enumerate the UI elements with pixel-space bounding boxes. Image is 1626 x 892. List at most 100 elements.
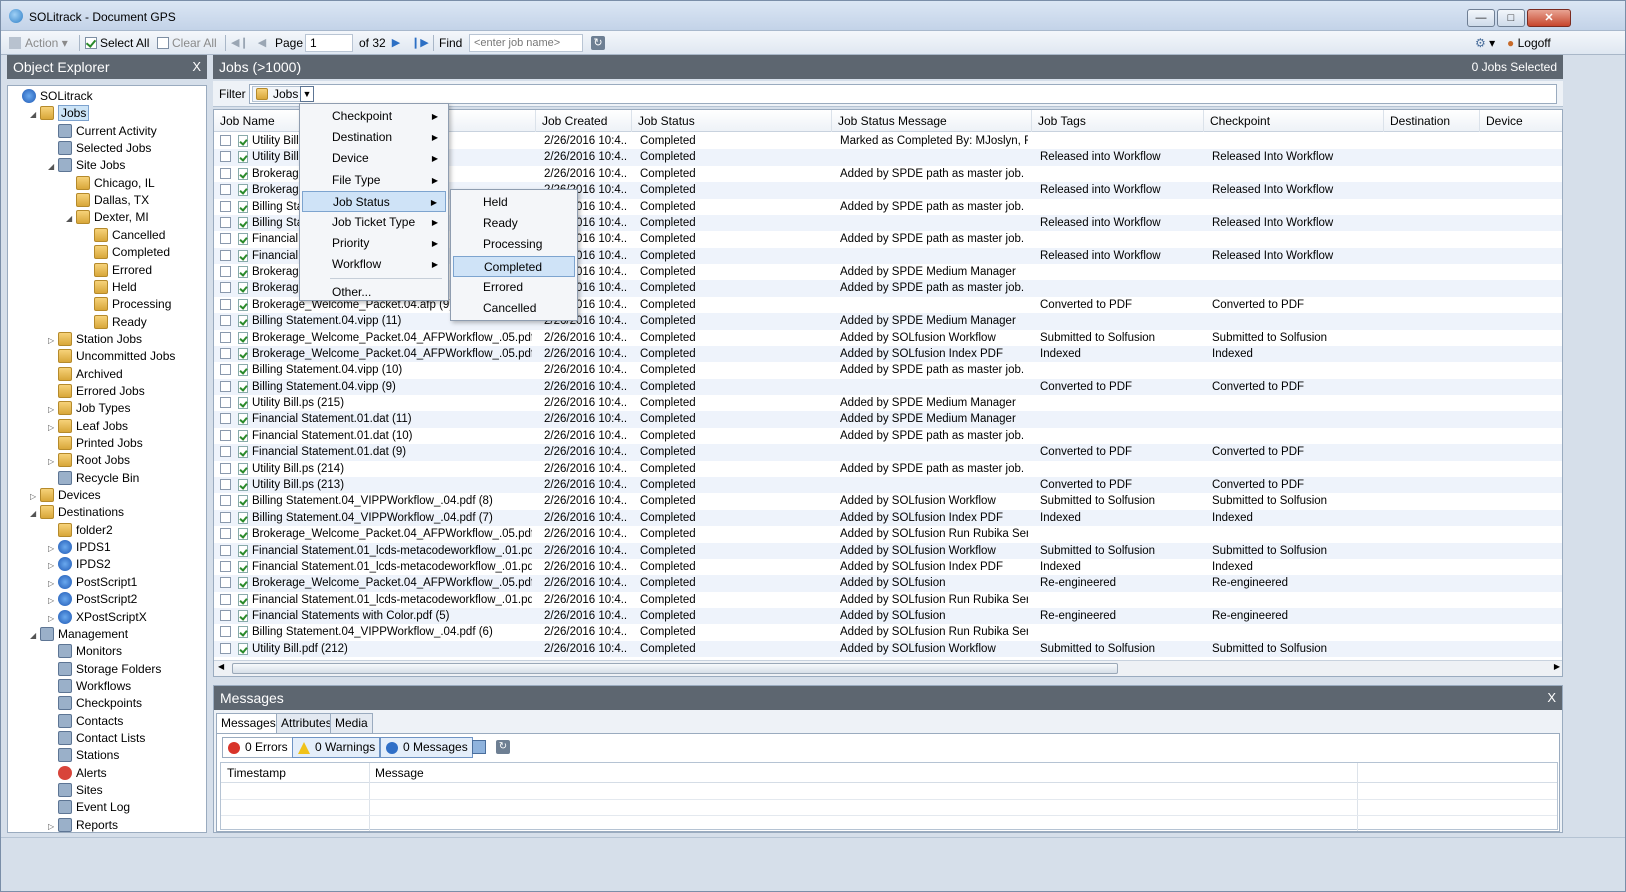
filter-dropdown-icon[interactable]: ▼ <box>300 86 314 102</box>
expand-icon[interactable]: ▷ <box>48 453 58 470</box>
tree-item-stations[interactable]: Stations <box>48 747 119 764</box>
status-option-held[interactable]: Held <box>453 192 575 213</box>
row-checkbox[interactable] <box>220 495 231 507</box>
table-row[interactable]: Financial Statement.01.dat (10) 2/26/2016… <box>214 428 1562 444</box>
table-row[interactable]: Financial Statement.01.dat (11) 2/26/2016… <box>214 411 1562 428</box>
row-checkbox[interactable] <box>220 642 231 654</box>
table-row[interactable]: Brokerage_Welcome_Packet.04_AFPWorkflow_… <box>214 345 1562 363</box>
maximize-button[interactable]: □ <box>1497 9 1525 27</box>
collapse-icon[interactable]: ◢ <box>66 210 76 227</box>
tree-item-site-jobs[interactable]: ◢ Site Jobs <box>48 157 125 174</box>
filter-token-jobs[interactable]: Jobs <box>252 86 304 102</box>
tree-item-checkpoints[interactable]: Checkpoints <box>48 695 142 712</box>
warnings-filter-button[interactable]: 0 Warnings <box>292 737 381 758</box>
status-option-cancelled[interactable]: Cancelled <box>453 298 575 319</box>
col-message[interactable]: Message <box>375 766 424 780</box>
row-checkbox[interactable] <box>220 331 231 343</box>
expand-icon[interactable]: ▷ <box>48 592 58 609</box>
table-row[interactable]: Utility Bill.pdf (212) 2/26/2016 10:4... C… <box>214 640 1562 658</box>
copy-icon[interactable] <box>472 740 486 754</box>
tree-item-cancelled[interactable]: Cancelled <box>84 227 165 244</box>
tree-item-xpostscriptx[interactable]: ▷ XPostScriptX <box>48 609 147 626</box>
row-checkbox[interactable] <box>220 216 231 228</box>
row-checkbox[interactable] <box>220 413 231 425</box>
row-checkbox[interactable] <box>220 544 231 556</box>
col-job-status[interactable]: Job Status <box>632 110 832 132</box>
scroll-right-icon[interactable]: ▶ <box>1554 662 1560 671</box>
menu-item-file-type[interactable]: File Type ▶ <box>302 170 446 191</box>
tree-item-workflows[interactable]: Workflows <box>48 678 131 695</box>
last-page-icon[interactable]: ❙▶ <box>411 36 429 50</box>
tree-item-errored[interactable]: Errored <box>84 262 152 279</box>
menu-item-job-status[interactable]: Job Status ▶ <box>302 190 446 212</box>
row-checkbox[interactable] <box>220 364 231 376</box>
tree-item-contact-lists[interactable]: Contact Lists <box>48 730 145 747</box>
clear-messages-icon[interactable]: ↻ <box>496 740 510 754</box>
row-checkbox[interactable] <box>220 478 231 490</box>
tree-item-monitors[interactable]: Monitors <box>48 643 122 660</box>
table-row[interactable]: Billing Statement.04.vipp (9) 2/26/2016 1… <box>214 378 1562 396</box>
table-row[interactable]: Brokerage_Welcome_Packet.04_AFPWorkflow_… <box>214 330 1562 346</box>
table-row[interactable]: Financial Statement.01_lcds-metacodework… <box>214 592 1562 608</box>
tree-item-folder2[interactable]: folder2 <box>48 522 113 539</box>
row-checkbox[interactable] <box>220 184 231 196</box>
logoff-button[interactable]: ● Logoff <box>1507 35 1551 51</box>
table-row[interactable]: Brokerage_Welcome_Packet.04_AFPWorkflow_… <box>214 575 1562 592</box>
table-row[interactable]: Financial Statement.01_lcds-metacodework… <box>214 542 1562 559</box>
menu-item-other[interactable]: Other... <box>302 282 446 303</box>
col-job-created[interactable]: Job Created <box>536 110 632 132</box>
tree-item-uncommitted-jobs[interactable]: Uncommitted Jobs <box>48 348 175 365</box>
row-checkbox[interactable] <box>220 397 231 409</box>
menu-item-priority[interactable]: Priority ▶ <box>302 233 446 254</box>
tree-item-chicago-il[interactable]: Chicago, IL <box>66 175 155 192</box>
tree-item-job-types[interactable]: ▷ Job Types <box>48 400 130 417</box>
table-row[interactable]: Billing Statement.04.vipp (10) 2/26/2016 … <box>214 362 1562 378</box>
row-checkbox[interactable] <box>220 249 231 261</box>
table-row[interactable]: Billing Statement.04.vipp (11) 2/26/2016 … <box>214 313 1562 330</box>
horizontal-scrollbar[interactable]: ◀ ▶ <box>214 660 1562 676</box>
expand-icon[interactable]: ▷ <box>48 610 58 627</box>
tab-messages[interactable]: Messages <box>216 713 281 734</box>
col-job-status-message[interactable]: Job Status Message <box>832 110 1032 132</box>
tree-item-leaf-jobs[interactable]: ▷ Leaf Jobs <box>48 418 128 435</box>
prev-page-icon[interactable]: ◀ <box>255 36 269 50</box>
row-checkbox[interactable] <box>220 462 231 474</box>
table-row[interactable]: Billing Statement.04_VIPPWorkflow_.04.pd… <box>214 624 1562 640</box>
tree-item-alerts[interactable]: Alerts <box>48 765 107 782</box>
select-all-button[interactable]: Select All <box>85 35 149 51</box>
next-page-icon[interactable]: ▶ <box>389 36 403 50</box>
row-checkbox[interactable] <box>220 429 231 441</box>
row-checkbox[interactable] <box>220 380 231 392</box>
page-input[interactable]: 1 <box>305 34 353 52</box>
col-device[interactable]: Device <box>1480 110 1562 132</box>
expand-icon[interactable]: ▷ <box>48 419 58 436</box>
status-option-ready[interactable]: Ready <box>453 213 575 234</box>
row-checkbox[interactable] <box>220 315 231 327</box>
tree-item-postscript1[interactable]: ▷ PostScript1 <box>48 574 137 591</box>
tree-item-storage-folders[interactable]: Storage Folders <box>48 661 161 678</box>
row-checkbox[interactable] <box>220 167 231 179</box>
row-checkbox[interactable] <box>220 593 231 605</box>
tree-item-event-log[interactable]: Event Log <box>48 799 130 816</box>
row-checkbox[interactable] <box>220 298 231 310</box>
expand-icon[interactable]: ▷ <box>48 540 58 557</box>
tab-attributes[interactable]: Attributes <box>276 713 337 733</box>
minimize-button[interactable]: — <box>1467 9 1495 27</box>
row-checkbox[interactable] <box>220 151 231 163</box>
refresh-icon[interactable]: ↻ <box>591 36 605 50</box>
table-row[interactable]: Utility Bill.ps (214) 2/26/2016 10:4... Co… <box>214 461 1562 477</box>
scrollbar-thumb[interactable] <box>232 663 1118 674</box>
row-checkbox[interactable] <box>220 282 231 294</box>
errors-filter-button[interactable]: 0 Errors <box>222 737 293 758</box>
table-row[interactable]: Financial Statements with Color.pdf (5) 2… <box>214 608 1562 625</box>
tree-item-held[interactable]: Held <box>84 279 137 296</box>
tree-item-ipds1[interactable]: ▷ IPDS1 <box>48 539 111 556</box>
tree-item-contacts[interactable]: Contacts <box>48 713 123 730</box>
close-button[interactable]: ✕ <box>1527 9 1571 27</box>
expand-icon[interactable]: ▷ <box>48 332 58 349</box>
table-row[interactable]: Billing Statement.04_VIPPWorkflow_.04.pd… <box>214 493 1562 509</box>
col-timestamp[interactable]: Timestamp <box>227 766 286 780</box>
row-checkbox[interactable] <box>220 560 231 572</box>
messages-filter-button[interactable]: 0 Messages <box>380 737 473 758</box>
status-option-errored[interactable]: Errored <box>453 277 575 298</box>
